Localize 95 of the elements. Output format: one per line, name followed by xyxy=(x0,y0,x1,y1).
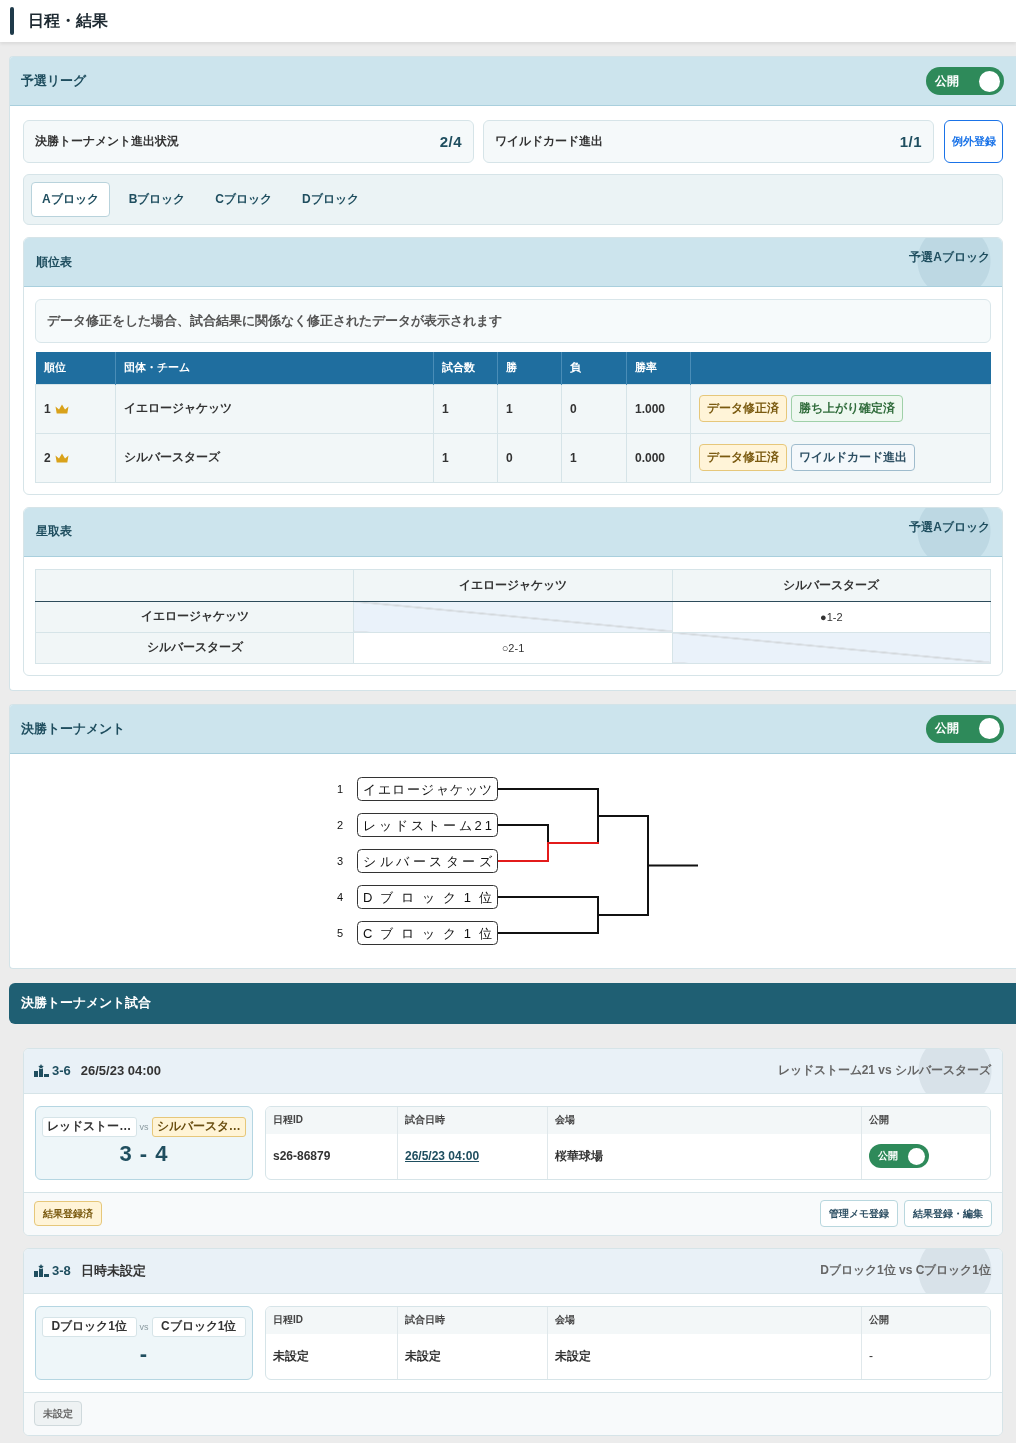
column-header: 順位 xyxy=(35,352,116,384)
status-tag: データ修正済 xyxy=(699,395,787,422)
table-cell: 未設定 xyxy=(547,1333,861,1379)
podium-icon xyxy=(34,1264,49,1277)
card-title: 順位表 xyxy=(36,253,72,271)
status-tag: 勝ち上がり確定済 xyxy=(791,395,903,422)
column-header: 試合日時 xyxy=(397,1306,547,1334)
column-header: 団体・チーム xyxy=(115,352,434,384)
match-datetime: 日時未設定 xyxy=(80,1261,146,1280)
block-label: 予選Aブロック xyxy=(909,518,990,536)
status-tag: 未設定 xyxy=(34,1401,82,1426)
seed-number: 2 xyxy=(336,818,344,831)
public-toggle[interactable]: 公開 xyxy=(869,1144,929,1168)
column-header: 負 xyxy=(561,352,627,384)
team-label: Dブロック1位 xyxy=(42,1316,137,1337)
block-tab[interactable]: Aブロック xyxy=(31,182,110,217)
column-header: 日程ID xyxy=(266,1306,397,1334)
action-button[interactable]: 結果登録・編集 xyxy=(904,1200,992,1227)
block-tab[interactable]: Bブロック xyxy=(117,182,197,217)
status-tag: ワイルドカード進出 xyxy=(791,444,915,471)
column-header: シルバースターズ xyxy=(672,569,991,601)
table-cell: 0.000 xyxy=(626,433,691,482)
table-cell: 1.000 xyxy=(626,384,691,433)
section-title: 決勝トーナメント xyxy=(21,719,125,738)
match-number: 3-8 xyxy=(52,1263,71,1278)
podium-icon xyxy=(34,1064,49,1077)
column-header: 会場 xyxy=(547,1106,861,1134)
column-header: 会場 xyxy=(547,1306,861,1334)
action-button[interactable]: 管理メモ登録 xyxy=(820,1200,898,1227)
result-cell: ●1-2 xyxy=(672,601,991,632)
table-cell: 1 xyxy=(433,433,498,482)
stat-value: 2/4 xyxy=(439,133,462,150)
table-cell: 0 xyxy=(561,384,627,433)
exception-register-button[interactable]: 例外登録 xyxy=(944,120,1003,163)
team-node: レッドストーム21 xyxy=(357,812,498,837)
row-header: イエロージャケッツ xyxy=(35,601,354,632)
seed-number: 3 xyxy=(336,854,344,867)
team-node: イエロージャケッツ xyxy=(357,776,498,801)
block-tab[interactable]: Cブロック xyxy=(204,182,283,217)
seed-number: 4 xyxy=(336,890,344,903)
column-header: 公開 xyxy=(861,1306,990,1334)
column-header: 公開 xyxy=(861,1106,990,1134)
result-cell: ○2-1 xyxy=(353,632,673,663)
rank-number: 1 xyxy=(44,401,51,416)
table-cell: 1 xyxy=(433,384,498,433)
table-cell-text: s26-86879 xyxy=(272,1148,332,1165)
stat-label: 決勝トーナメント進出状況 xyxy=(35,133,179,150)
status-tag: 結果登録済 xyxy=(34,1201,102,1226)
vs-label: vs xyxy=(139,1121,149,1132)
team-label: シルバースタ… xyxy=(151,1116,246,1137)
block-tab[interactable]: Dブロック xyxy=(291,182,370,217)
public-toggle[interactable]: 公開 xyxy=(926,714,1004,743)
table-cell: 1 xyxy=(497,384,562,433)
score-text: 3 - 4 xyxy=(119,1140,169,1167)
team-label: レッドストー… xyxy=(42,1116,137,1137)
column-header: 試合日時 xyxy=(397,1106,547,1134)
table-cell: 0 xyxy=(497,433,562,482)
vs-label: vs xyxy=(139,1321,149,1332)
team-node: Cブロック1位 xyxy=(357,920,498,945)
card-title: 星取表 xyxy=(36,523,72,540)
team-node: Dブロック1位 xyxy=(357,884,498,909)
seed-number: 5 xyxy=(336,926,344,939)
table-cell: 桜華球場 xyxy=(547,1133,861,1179)
team-label: Cブロック1位 xyxy=(151,1316,246,1337)
team-node: シルバースターズ xyxy=(357,848,498,873)
matchup-label: Dブロック1位 vs Cブロック1位 xyxy=(820,1262,991,1279)
column-header: イエロージャケッツ xyxy=(353,569,673,601)
public-toggle[interactable]: 公開 xyxy=(926,67,1004,95)
stat-label: ワイルドカード進出 xyxy=(495,133,603,150)
table-cell: 1 xyxy=(561,433,627,482)
score-text: - xyxy=(139,1340,149,1367)
match-number: 3-6 xyxy=(52,1063,71,1078)
table-cell: シルバースターズ xyxy=(115,433,434,482)
column-header: 勝率 xyxy=(626,352,691,384)
row-header: シルバースターズ xyxy=(35,632,354,663)
section-banner: 決勝トーナメント試合 xyxy=(9,982,1016,1024)
table-cell: - xyxy=(861,1333,990,1379)
column-header: 日程ID xyxy=(266,1106,397,1134)
table-cell: 未設定 xyxy=(397,1333,547,1379)
page-title: 日程・結果 xyxy=(28,10,108,31)
seed-number: 1 xyxy=(336,782,344,795)
status-tag: データ修正済 xyxy=(699,444,787,471)
info-note: データ修正をした場合、試合結果に関係なく修正されたデータが表示されます xyxy=(35,299,991,343)
date-link[interactable]: 26/5/23 04:00 xyxy=(405,1149,480,1163)
table-cell-text: 未設定 xyxy=(272,1347,310,1365)
column-header: 勝 xyxy=(497,352,562,384)
rank-number: 2 xyxy=(44,450,51,465)
block-label: 予選Aブロック xyxy=(909,249,990,266)
match-datetime: 26/5/23 04:00 xyxy=(80,1063,162,1078)
title-accent-bar xyxy=(10,7,14,35)
section-title: 予選リーグ xyxy=(21,72,86,90)
column-header: 試合数 xyxy=(433,352,498,384)
table-cell: イエロージャケッツ xyxy=(115,384,434,433)
stat-value: 1/1 xyxy=(899,133,922,150)
matchup-label: レッドストーム21 vs シルバースターズ xyxy=(777,1062,991,1079)
